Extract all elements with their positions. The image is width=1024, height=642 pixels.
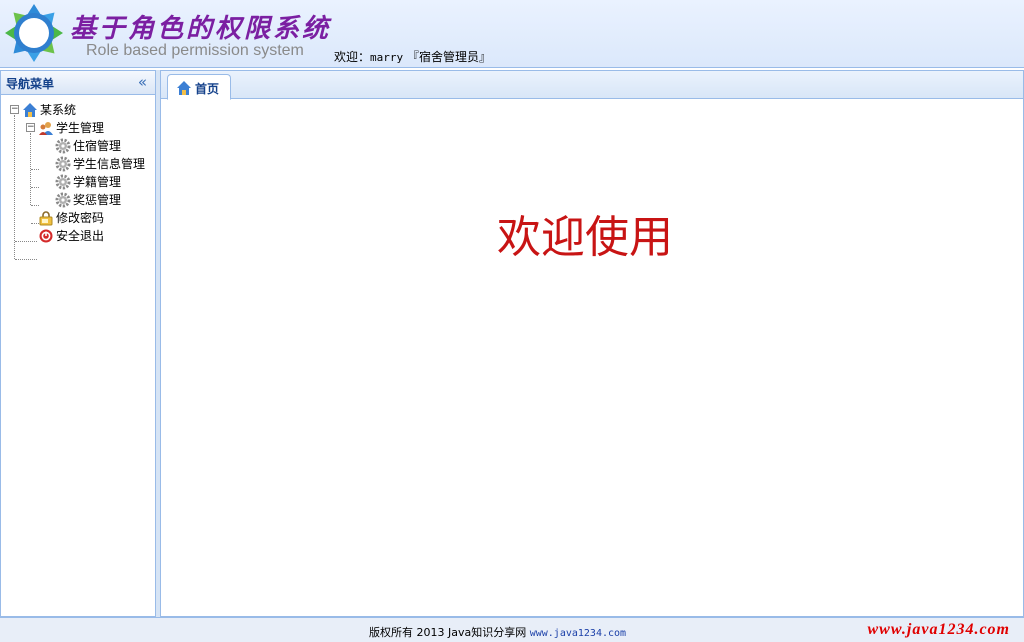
footer: 版权所有 2013 Java知识分享网 www.java1234.com www… [0, 617, 1024, 642]
tree-item-label: 奖惩管理 [73, 193, 122, 207]
username: marry [370, 51, 404, 64]
collapse-toggle-icon[interactable]: − [26, 123, 35, 132]
welcome-message: 欢迎使用 [497, 212, 673, 263]
tree-item-rewards-punishment[interactable]: 奖惩管理 [1, 191, 155, 209]
gear-icon [55, 192, 71, 208]
tree-node-student-management[interactable]: − 学生管理 [1, 119, 155, 137]
power-icon [39, 229, 53, 243]
nav-tree: − 某系统 − 学生管理 住宿管理 学生信息管理 学籍管理 奖惩管理 修改密码 … [1, 95, 155, 260]
tree-item-label: 学籍管理 [73, 175, 122, 189]
collapse-icon[interactable]: « [138, 73, 147, 91]
site-link[interactable]: www.java1234.com [530, 628, 626, 639]
tab-bar: 首页 [161, 71, 1023, 100]
tree-item-logout[interactable]: 安全退出 [1, 227, 155, 245]
tree-root-label: 某系统 [40, 103, 77, 117]
tree-item-change-password[interactable]: 修改密码 [1, 209, 155, 227]
tab-label: 首页 [195, 82, 220, 96]
tree-item-label: 修改密码 [56, 211, 105, 225]
tree-group-label: 学生管理 [56, 121, 105, 135]
home-icon [177, 81, 191, 95]
collapse-toggle-icon[interactable]: − [10, 105, 19, 114]
welcome-text: 欢迎：marry 『宿舍管理员』 [334, 48, 491, 65]
tree-item-label: 安全退出 [56, 229, 105, 243]
watermark: www.java1234.com [867, 621, 1010, 638]
welcome-prefix: 欢迎： [334, 50, 371, 64]
tree-node-root[interactable]: − 某系统 [1, 101, 155, 119]
tree-item-student-info[interactable]: 学生信息管理 [1, 155, 155, 173]
gear-icon [55, 156, 71, 172]
gear-icon [55, 174, 71, 190]
lock-icon [39, 211, 53, 226]
nav-panel-header: 导航菜单 « [1, 71, 155, 95]
tab-home[interactable]: 首页 [167, 74, 231, 100]
home-icon [23, 103, 37, 117]
copyright-text: 版权所有 2013 Java知识分享网 [369, 626, 530, 639]
tree-item-student-status[interactable]: 学籍管理 [1, 173, 155, 191]
gear-icon [55, 138, 71, 154]
main-panel: 首页 欢迎使用 [160, 70, 1024, 617]
header: 基于角色的权限系统 Role based permission system 欢… [0, 0, 1024, 68]
user-role: 『宿舍管理员』 [406, 50, 491, 64]
users-icon [39, 122, 53, 135]
tree-item-label: 学生信息管理 [73, 157, 146, 171]
logo-icon [5, 4, 63, 62]
tree-item-label: 住宿管理 [73, 139, 122, 153]
copyright: 版权所有 2013 Java知识分享网 www.java1234.com [369, 624, 626, 640]
app-title: 基于角色的权限系统 [70, 14, 332, 44]
nav-title: 导航菜单 [6, 77, 55, 91]
tree-item-accommodation[interactable]: 住宿管理 [1, 137, 155, 155]
nav-panel: 导航菜单 « − 某系统 − 学生管理 住宿管理 学生信息管理 学籍管理 奖惩管… [0, 70, 156, 617]
app-subtitle: Role based permission system [86, 42, 304, 59]
